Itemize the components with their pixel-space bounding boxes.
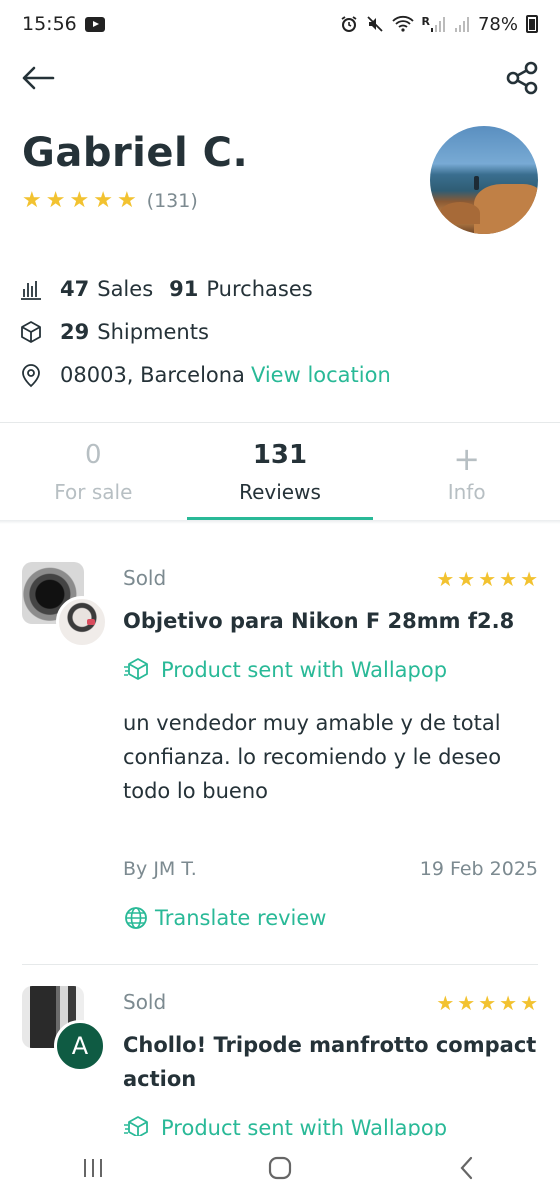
shipments-label: Shipments: [97, 320, 209, 344]
shipments-count: 29: [60, 320, 90, 344]
star-icon: ★: [457, 991, 476, 1015]
star-icon: ★: [520, 991, 538, 1015]
profile-name: Gabriel C.: [22, 130, 249, 176]
tab-label: For sale: [54, 480, 133, 504]
translate-globe-icon: [123, 905, 149, 931]
chevron-left-icon: [460, 1156, 472, 1180]
share-button[interactable]: [502, 58, 542, 98]
divider: [0, 422, 560, 423]
review-status: Sold: [123, 990, 167, 1014]
tab-count: 0: [85, 440, 102, 470]
tab-info[interactable]: + Info: [373, 424, 560, 520]
tab-label: Info: [447, 480, 486, 504]
avatar-initial: A: [71, 1032, 89, 1060]
avatar-person: [474, 176, 479, 190]
star-icon: ★: [436, 991, 455, 1015]
review-item-title[interactable]: Objetivo para Nikon F 28mm f2.8: [123, 604, 538, 638]
avatar-rock: [440, 202, 480, 224]
sales-count: 47: [60, 277, 90, 301]
shipping-tag-label: Product sent with Wallapop: [161, 658, 448, 682]
wifi-icon: [391, 15, 414, 33]
recents-icon: [84, 1159, 103, 1177]
shipments-row: 29 Shipments: [18, 319, 209, 345]
status-bar: 15:56 R 78%: [0, 0, 560, 48]
home-button[interactable]: [250, 1148, 310, 1188]
tab-label: Reviews: [239, 480, 321, 504]
review-count: (131): [146, 190, 198, 212]
star-icon: ★: [499, 567, 518, 591]
battery-percent: 78%: [477, 13, 518, 35]
review-stars: ★ ★ ★ ★ ★: [436, 992, 538, 1014]
wallapop-box-icon: [123, 656, 151, 684]
share-icon: [506, 61, 538, 95]
alarm-icon: [340, 15, 358, 33]
sales-purchases-row: 47 Sales 91 Purchases: [18, 276, 313, 302]
signal-icon: [454, 15, 470, 33]
view-location-link[interactable]: View location: [251, 363, 391, 387]
mute-icon: [366, 15, 384, 33]
avatar-rock: [474, 184, 538, 234]
tab-reviews[interactable]: 131 Reviews: [186, 424, 374, 520]
back-button[interactable]: [18, 60, 58, 96]
star-icon: ★: [22, 188, 42, 213]
star-icon: ★: [436, 567, 455, 591]
tab-for-sale[interactable]: 0 For sale: [0, 424, 187, 520]
review-item-title[interactable]: Chollo! Tripode manfrotto compact action: [123, 1028, 538, 1096]
home-icon: [268, 1156, 292, 1180]
battery-icon: [526, 15, 538, 33]
reviewer-avatar[interactable]: A: [54, 1020, 106, 1072]
star-icon: ★: [69, 188, 90, 213]
system-back-button[interactable]: [437, 1148, 497, 1188]
app-bar: [0, 52, 560, 104]
location-pin-icon: [18, 362, 44, 388]
review-status: Sold: [123, 566, 167, 590]
star-icon: ★: [457, 567, 476, 591]
sales-label: Sales: [97, 277, 154, 301]
signal-r-icon: R: [422, 15, 446, 33]
review-card: A Sold ★ ★ ★ ★ ★ Chollo! Tripode manfrot…: [0, 964, 560, 1140]
star-icon: ★: [478, 991, 497, 1015]
recent-apps-button[interactable]: [63, 1148, 123, 1188]
tabs-shadow: [0, 520, 560, 524]
review-stars: ★ ★ ★ ★ ★: [436, 568, 538, 590]
star-icon: ★: [499, 991, 518, 1015]
system-nav-bar: [0, 1136, 560, 1200]
star-icon: ★: [478, 567, 497, 591]
reviewer-avatar[interactable]: [56, 596, 108, 648]
star-icon: ★: [116, 188, 137, 213]
star-icon: ★: [45, 188, 66, 213]
location-row: 08003, Barcelona View location: [18, 362, 391, 388]
plus-icon: +: [453, 440, 481, 478]
reviewer-name: By JM T.: [123, 858, 197, 880]
translate-review-label: Translate review: [155, 906, 327, 930]
status-time: 15:56: [22, 13, 77, 35]
review-date: 19 Feb 2025: [419, 858, 538, 880]
profile-tabs: 0 For sale 131 Reviews + Info: [0, 424, 560, 520]
translate-review-button[interactable]: Translate review: [123, 905, 326, 931]
bar-chart-icon: [18, 276, 44, 302]
purchases-label: Purchases: [206, 277, 313, 301]
purchases-count: 91: [169, 277, 199, 301]
tab-count: 131: [252, 440, 308, 470]
avatar-accent: [87, 619, 95, 625]
profile-avatar[interactable]: [430, 126, 538, 234]
star-icon: ★: [520, 567, 538, 591]
box-icon: [18, 319, 44, 345]
shipping-tag: Product sent with Wallapop: [123, 656, 447, 684]
arrow-left-icon: [22, 66, 55, 90]
youtube-icon: [84, 16, 105, 32]
review-comment: un vendedor muy amable y de total confia…: [123, 711, 502, 803]
profile-rating[interactable]: ★ ★ ★ ★ ★ (131): [22, 188, 198, 213]
location-text: 08003, Barcelona: [60, 363, 245, 387]
star-icon: ★: [93, 188, 113, 213]
